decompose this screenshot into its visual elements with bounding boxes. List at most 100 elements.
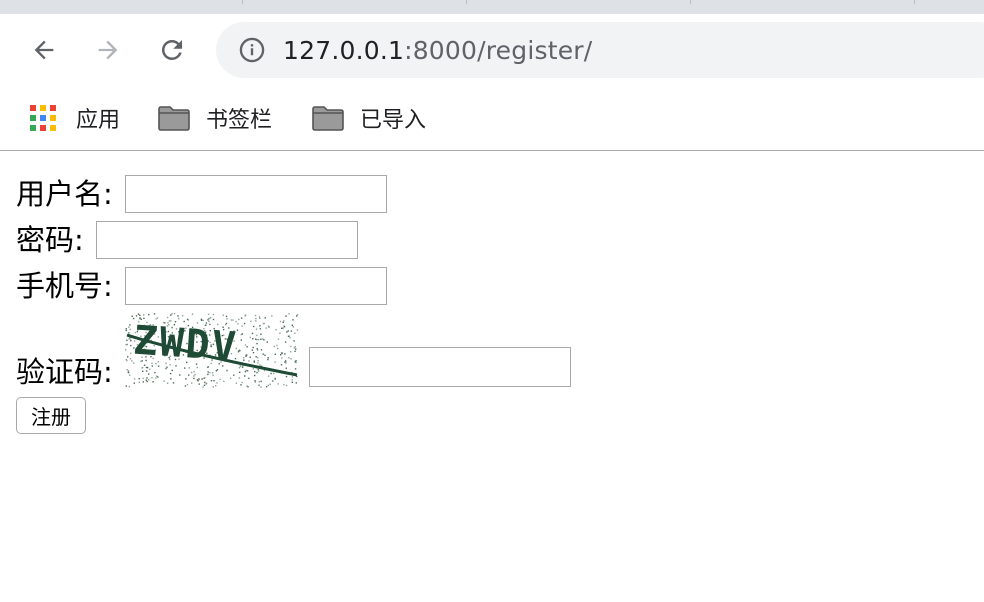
captcha-noise-dot bbox=[206, 373, 209, 376]
reload-button[interactable] bbox=[154, 32, 190, 68]
captcha-noise-dot bbox=[270, 315, 273, 317]
reload-icon bbox=[161, 39, 182, 60]
captcha-noise-dot bbox=[238, 371, 241, 373]
captcha-noise-dot bbox=[285, 375, 287, 378]
captcha-noise-dot bbox=[274, 378, 276, 380]
captcha-noise-dot bbox=[177, 315, 179, 317]
bookmark-folder-bookmarks-bar[interactable]: 书签栏 bbox=[158, 100, 272, 136]
captcha-noise-dot bbox=[274, 361, 276, 363]
captcha-noise-dot bbox=[203, 381, 206, 384]
register-button[interactable]: 注册 bbox=[16, 397, 86, 434]
captcha-noise-dot bbox=[128, 385, 130, 388]
captcha-noise-dot bbox=[197, 380, 199, 382]
captcha-noise-dot bbox=[262, 353, 264, 355]
apps-grid-dot bbox=[40, 105, 46, 111]
captcha-noise-dot bbox=[283, 353, 286, 355]
password-input[interactable] bbox=[95, 221, 358, 259]
captcha-noise-dot bbox=[242, 359, 245, 361]
captcha-noise-dot bbox=[184, 378, 187, 380]
captcha-noise-dot bbox=[202, 386, 204, 388]
captcha-noise-dot bbox=[280, 327, 283, 329]
captcha-noise-dot bbox=[166, 366, 168, 368]
captcha-input[interactable] bbox=[308, 347, 571, 387]
captcha-noise-dot bbox=[295, 382, 297, 384]
captcha-noise-dot bbox=[273, 345, 275, 348]
captcha-noise-dot bbox=[262, 339, 265, 341]
captcha-noise-dot bbox=[129, 352, 132, 355]
captcha-noise-dot bbox=[205, 383, 207, 385]
captcha-noise-dot bbox=[255, 334, 258, 337]
captcha-noise-dot bbox=[260, 386, 262, 388]
captcha-noise-dot bbox=[285, 367, 287, 369]
captcha-image[interactable]: ZWDV bbox=[124, 313, 299, 389]
captcha-noise-dot bbox=[201, 378, 203, 380]
captcha-noise-dot bbox=[125, 339, 128, 341]
bookmarks-bar: 应用 书签栏 已导入 bbox=[0, 86, 984, 151]
captcha-noise-dot bbox=[257, 339, 260, 341]
captcha-noise-dot bbox=[147, 379, 150, 381]
captcha-noise-dot bbox=[211, 372, 214, 374]
captcha-noise-dot bbox=[200, 318, 202, 320]
captcha-noise-dot bbox=[151, 365, 153, 367]
captcha-noise-dot bbox=[127, 371, 129, 374]
username-input[interactable] bbox=[124, 175, 387, 213]
captcha-noise-dot bbox=[287, 357, 290, 359]
apps-grid-dot bbox=[40, 115, 46, 121]
captcha-noise-dot bbox=[128, 374, 131, 376]
captcha-noise-dot bbox=[147, 313, 150, 316]
captcha-noise-dot bbox=[212, 313, 214, 316]
captcha-noise-dot bbox=[252, 352, 254, 354]
captcha-noise-dot bbox=[294, 368, 297, 370]
captcha-noise-dot bbox=[203, 384, 205, 386]
back-button[interactable] bbox=[26, 32, 62, 68]
forward-button[interactable] bbox=[90, 32, 126, 68]
bookmark-folder-imported[interactable]: 已导入 bbox=[312, 100, 426, 136]
captcha-noise-dot bbox=[156, 376, 159, 378]
captcha-noise-dot bbox=[192, 375, 195, 377]
captcha-noise-dot bbox=[258, 317, 261, 319]
captcha-noise-dot bbox=[259, 328, 261, 330]
tab-strip bbox=[0, 0, 984, 14]
captcha-noise-dot bbox=[127, 326, 130, 328]
captcha-noise-dot bbox=[274, 353, 276, 355]
captcha-noise-dot bbox=[169, 314, 172, 316]
captcha-noise-dot bbox=[285, 331, 288, 333]
captcha-noise-dot bbox=[258, 316, 260, 318]
captcha-noise-dot bbox=[230, 319, 232, 321]
captcha-noise-dot bbox=[241, 333, 243, 335]
captcha-noise-dot bbox=[229, 377, 232, 379]
captcha-noise-dot bbox=[294, 361, 296, 363]
captcha-noise-dot bbox=[265, 386, 268, 388]
captcha-noise-dot bbox=[253, 374, 256, 377]
captcha-noise-dot bbox=[289, 351, 292, 353]
apps-grid-dot bbox=[30, 125, 36, 131]
address-bar[interactable]: 127.0.0.1:8000/register/ bbox=[216, 22, 984, 78]
captcha-noise-dot bbox=[263, 322, 265, 325]
site-info-button[interactable] bbox=[236, 34, 268, 66]
captcha-text: ZWDV bbox=[132, 318, 239, 371]
bookmark-apps[interactable]: 应用 bbox=[30, 100, 120, 136]
captcha-noise-dot bbox=[215, 370, 217, 372]
captcha-noise-dot bbox=[128, 324, 131, 326]
captcha-noise-dot bbox=[271, 380, 274, 382]
phone-input[interactable] bbox=[124, 267, 387, 305]
captcha-noise-dot bbox=[198, 383, 200, 385]
register-page: 用户名: 密码: 手机号: 验证码: ZWDV 注册 bbox=[0, 151, 984, 434]
captcha-noise-dot bbox=[270, 372, 272, 375]
captcha-noise-dot bbox=[267, 375, 270, 377]
username-row: 用户名: bbox=[16, 171, 968, 217]
captcha-noise-dot bbox=[277, 338, 279, 340]
captcha-noise-dot bbox=[288, 313, 290, 315]
captcha-noise-dot bbox=[244, 315, 246, 317]
url-text[interactable]: 127.0.0.1:8000/register/ bbox=[283, 36, 592, 65]
captcha-noise-dot bbox=[242, 357, 245, 359]
captcha-noise-dot bbox=[152, 381, 154, 383]
captcha-noise-dot bbox=[124, 349, 127, 351]
captcha-noise-dot bbox=[143, 364, 146, 366]
tab-divider bbox=[690, 0, 691, 4]
captcha-noise-dot bbox=[245, 355, 247, 357]
captcha-noise-dot bbox=[138, 378, 140, 380]
captcha-noise-dot bbox=[207, 317, 210, 320]
password-label: 密码: bbox=[16, 222, 84, 257]
captcha-noise-dot bbox=[191, 313, 193, 315]
